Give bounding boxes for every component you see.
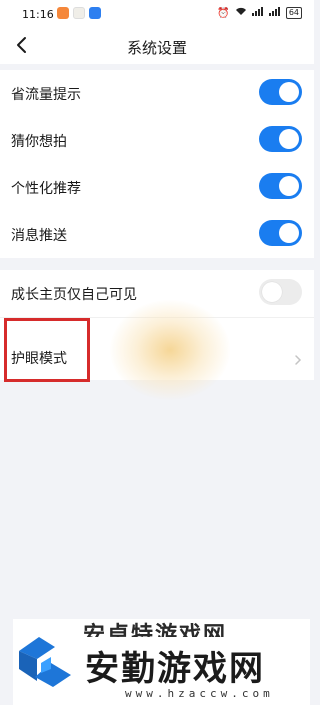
setting-label: 消息推送 xyxy=(11,228,67,244)
setting-label: 个性化推荐 xyxy=(11,181,81,197)
data-saver-toggle[interactable] xyxy=(259,79,302,105)
app-notification-icon xyxy=(73,7,85,19)
watermark-faint-text: 安卓特游戏网 xyxy=(83,623,228,637)
setting-row-personalized: 个性化推荐 xyxy=(0,164,314,211)
signal-icon xyxy=(251,7,264,19)
app-notification-icon xyxy=(89,7,101,19)
setting-row-data-saver: 省流量提示 xyxy=(0,70,314,117)
wifi-icon xyxy=(235,7,247,19)
personalized-recommendation-toggle[interactable] xyxy=(259,173,302,199)
signal-icon xyxy=(268,7,281,19)
battery-icon: 64 xyxy=(285,7,302,19)
setting-label: 成长主页仅自己可见 xyxy=(11,287,137,303)
guess-you-shoot-toggle[interactable] xyxy=(259,126,302,152)
watermark-banner: 安卓特游戏网 安勤游戏网 www.hzaccw.com xyxy=(13,619,310,705)
page-title: 系统设置 xyxy=(126,39,187,57)
system-status-icons: ⏰ 64 xyxy=(217,7,302,19)
toggle-knob xyxy=(279,176,299,196)
watermark-logo-icon xyxy=(19,637,71,687)
toggle-knob xyxy=(262,282,282,302)
push-notification-toggle[interactable] xyxy=(259,220,302,246)
setting-row-guess-you-shoot: 猜你想拍 xyxy=(0,117,314,164)
navigation-bar: 系统设置 xyxy=(0,28,314,64)
notification-app-icons xyxy=(57,7,101,19)
alarm-icon: ⏰ xyxy=(217,7,230,19)
watermark-title: 安勤游戏网 xyxy=(85,649,265,689)
setting-row-push: 消息推送 xyxy=(0,211,314,258)
toggle-knob xyxy=(279,82,299,102)
highlight-annotation-box xyxy=(4,318,90,382)
setting-label: 猜你想拍 xyxy=(11,134,67,150)
watermark-url: www.hzaccw.com xyxy=(125,687,274,700)
status-bar: 11:16 ⏰ 64 xyxy=(0,0,314,28)
profile-visibility-toggle[interactable] xyxy=(259,279,302,305)
setting-label: 省流量提示 xyxy=(11,87,81,103)
chevron-right-icon xyxy=(295,355,302,365)
blurred-overlay xyxy=(110,300,230,400)
settings-group-general: 省流量提示 猜你想拍 个性化推荐 消息推送 xyxy=(0,70,314,258)
status-time: 11:16 xyxy=(22,8,54,21)
app-notification-icon xyxy=(57,7,69,19)
toggle-knob xyxy=(279,129,299,149)
toggle-knob xyxy=(279,223,299,243)
